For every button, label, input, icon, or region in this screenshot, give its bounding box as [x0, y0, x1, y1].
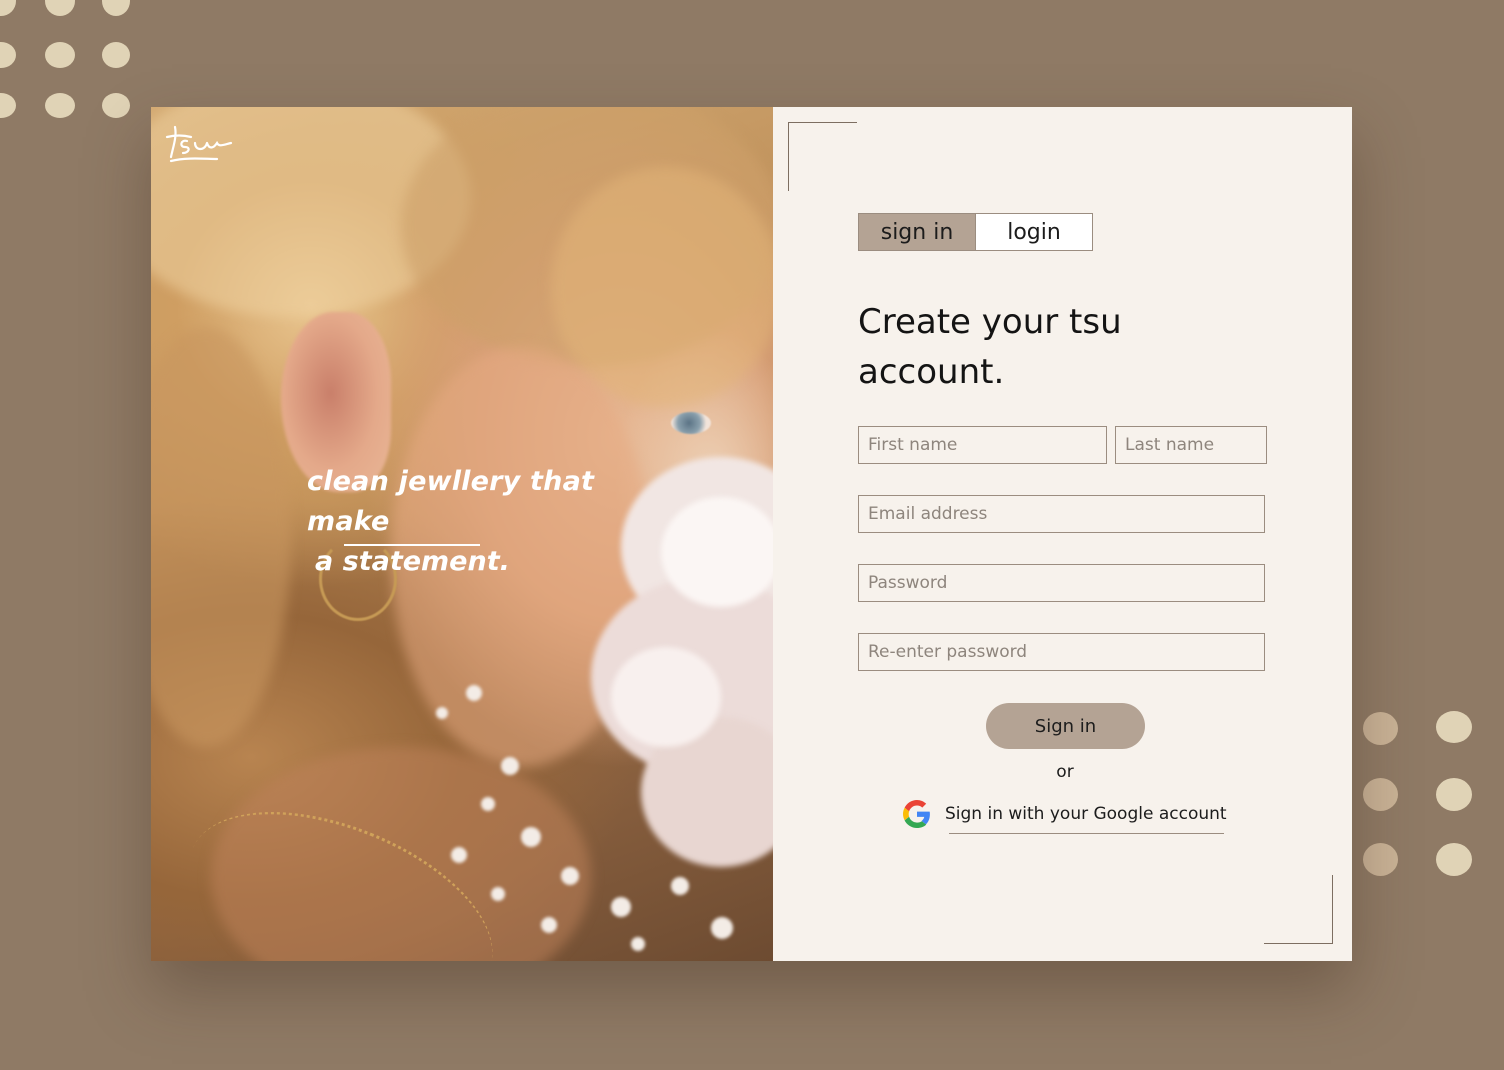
- babys-breath: [631, 937, 645, 951]
- sign-in-button[interactable]: Sign in: [986, 703, 1145, 749]
- first-name-field[interactable]: [858, 426, 1107, 464]
- babys-breath: [611, 897, 631, 917]
- babys-breath: [711, 917, 733, 939]
- corner-accent-top-left: [788, 122, 857, 191]
- babys-breath: [466, 685, 482, 701]
- google-sign-in-link[interactable]: Sign in with your Google account: [945, 798, 1227, 834]
- decor-dot: [1363, 712, 1398, 745]
- flower-blob: [661, 497, 773, 607]
- page-title-line1: Create your tsu: [858, 302, 1122, 342]
- babys-breath: [501, 757, 519, 775]
- signup-form-panel: sign in login Create your tsu account. S…: [773, 107, 1352, 961]
- eye-shape: [671, 412, 711, 434]
- google-sign-in[interactable]: Sign in with your Google account: [903, 798, 1227, 834]
- auth-card: clean jewllery that make a statement. si…: [151, 107, 1352, 961]
- google-icon: [903, 800, 930, 828]
- decor-dot: [102, 0, 130, 16]
- tab-sign-in[interactable]: sign in: [858, 213, 976, 251]
- decor-dot: [1363, 843, 1398, 876]
- flower-blob: [611, 647, 721, 747]
- hair-shape: [551, 167, 773, 407]
- tsu-logo: [165, 125, 233, 163]
- decor-dot: [1436, 711, 1472, 743]
- decor-dot: [102, 42, 130, 68]
- hero-tagline-line1: clean jewllery that make: [307, 466, 595, 537]
- babys-breath: [671, 877, 689, 895]
- or-divider-text: or: [1056, 762, 1074, 782]
- decor-dot: [1363, 778, 1398, 811]
- hair-shape: [151, 327, 291, 747]
- auth-tabs: sign in login: [858, 213, 1093, 251]
- decor-dot: [0, 42, 16, 68]
- decor-dot: [102, 93, 130, 118]
- babys-breath: [481, 797, 495, 811]
- decor-dot: [0, 0, 16, 16]
- hero-tagline: clean jewllery that make a statement.: [307, 462, 667, 582]
- decor-dot: [1436, 778, 1472, 811]
- reenter-password-field[interactable]: [858, 633, 1265, 671]
- decor-dot: [45, 93, 75, 118]
- babys-breath: [521, 827, 541, 847]
- tagline-underline: [344, 544, 480, 546]
- page-title: Create your tsu account.: [858, 297, 1188, 397]
- hero-photo: clean jewllery that make a statement.: [151, 107, 773, 961]
- tab-login[interactable]: login: [975, 213, 1093, 251]
- babys-breath: [436, 707, 448, 719]
- decor-dot: [1436, 843, 1472, 876]
- babys-breath: [541, 917, 557, 933]
- last-name-field[interactable]: [1115, 426, 1267, 464]
- hero-tagline-line2: a statement.: [315, 546, 510, 577]
- decor-dot: [0, 93, 16, 118]
- babys-breath: [491, 887, 505, 901]
- page-title-line2: account.: [858, 352, 1005, 392]
- decor-dot: [45, 42, 75, 68]
- babys-breath: [451, 847, 467, 863]
- corner-accent-bottom-right: [1264, 875, 1333, 944]
- password-field[interactable]: [858, 564, 1265, 602]
- email-field[interactable]: [858, 495, 1265, 533]
- babys-breath: [561, 867, 579, 885]
- decor-dot: [45, 0, 75, 16]
